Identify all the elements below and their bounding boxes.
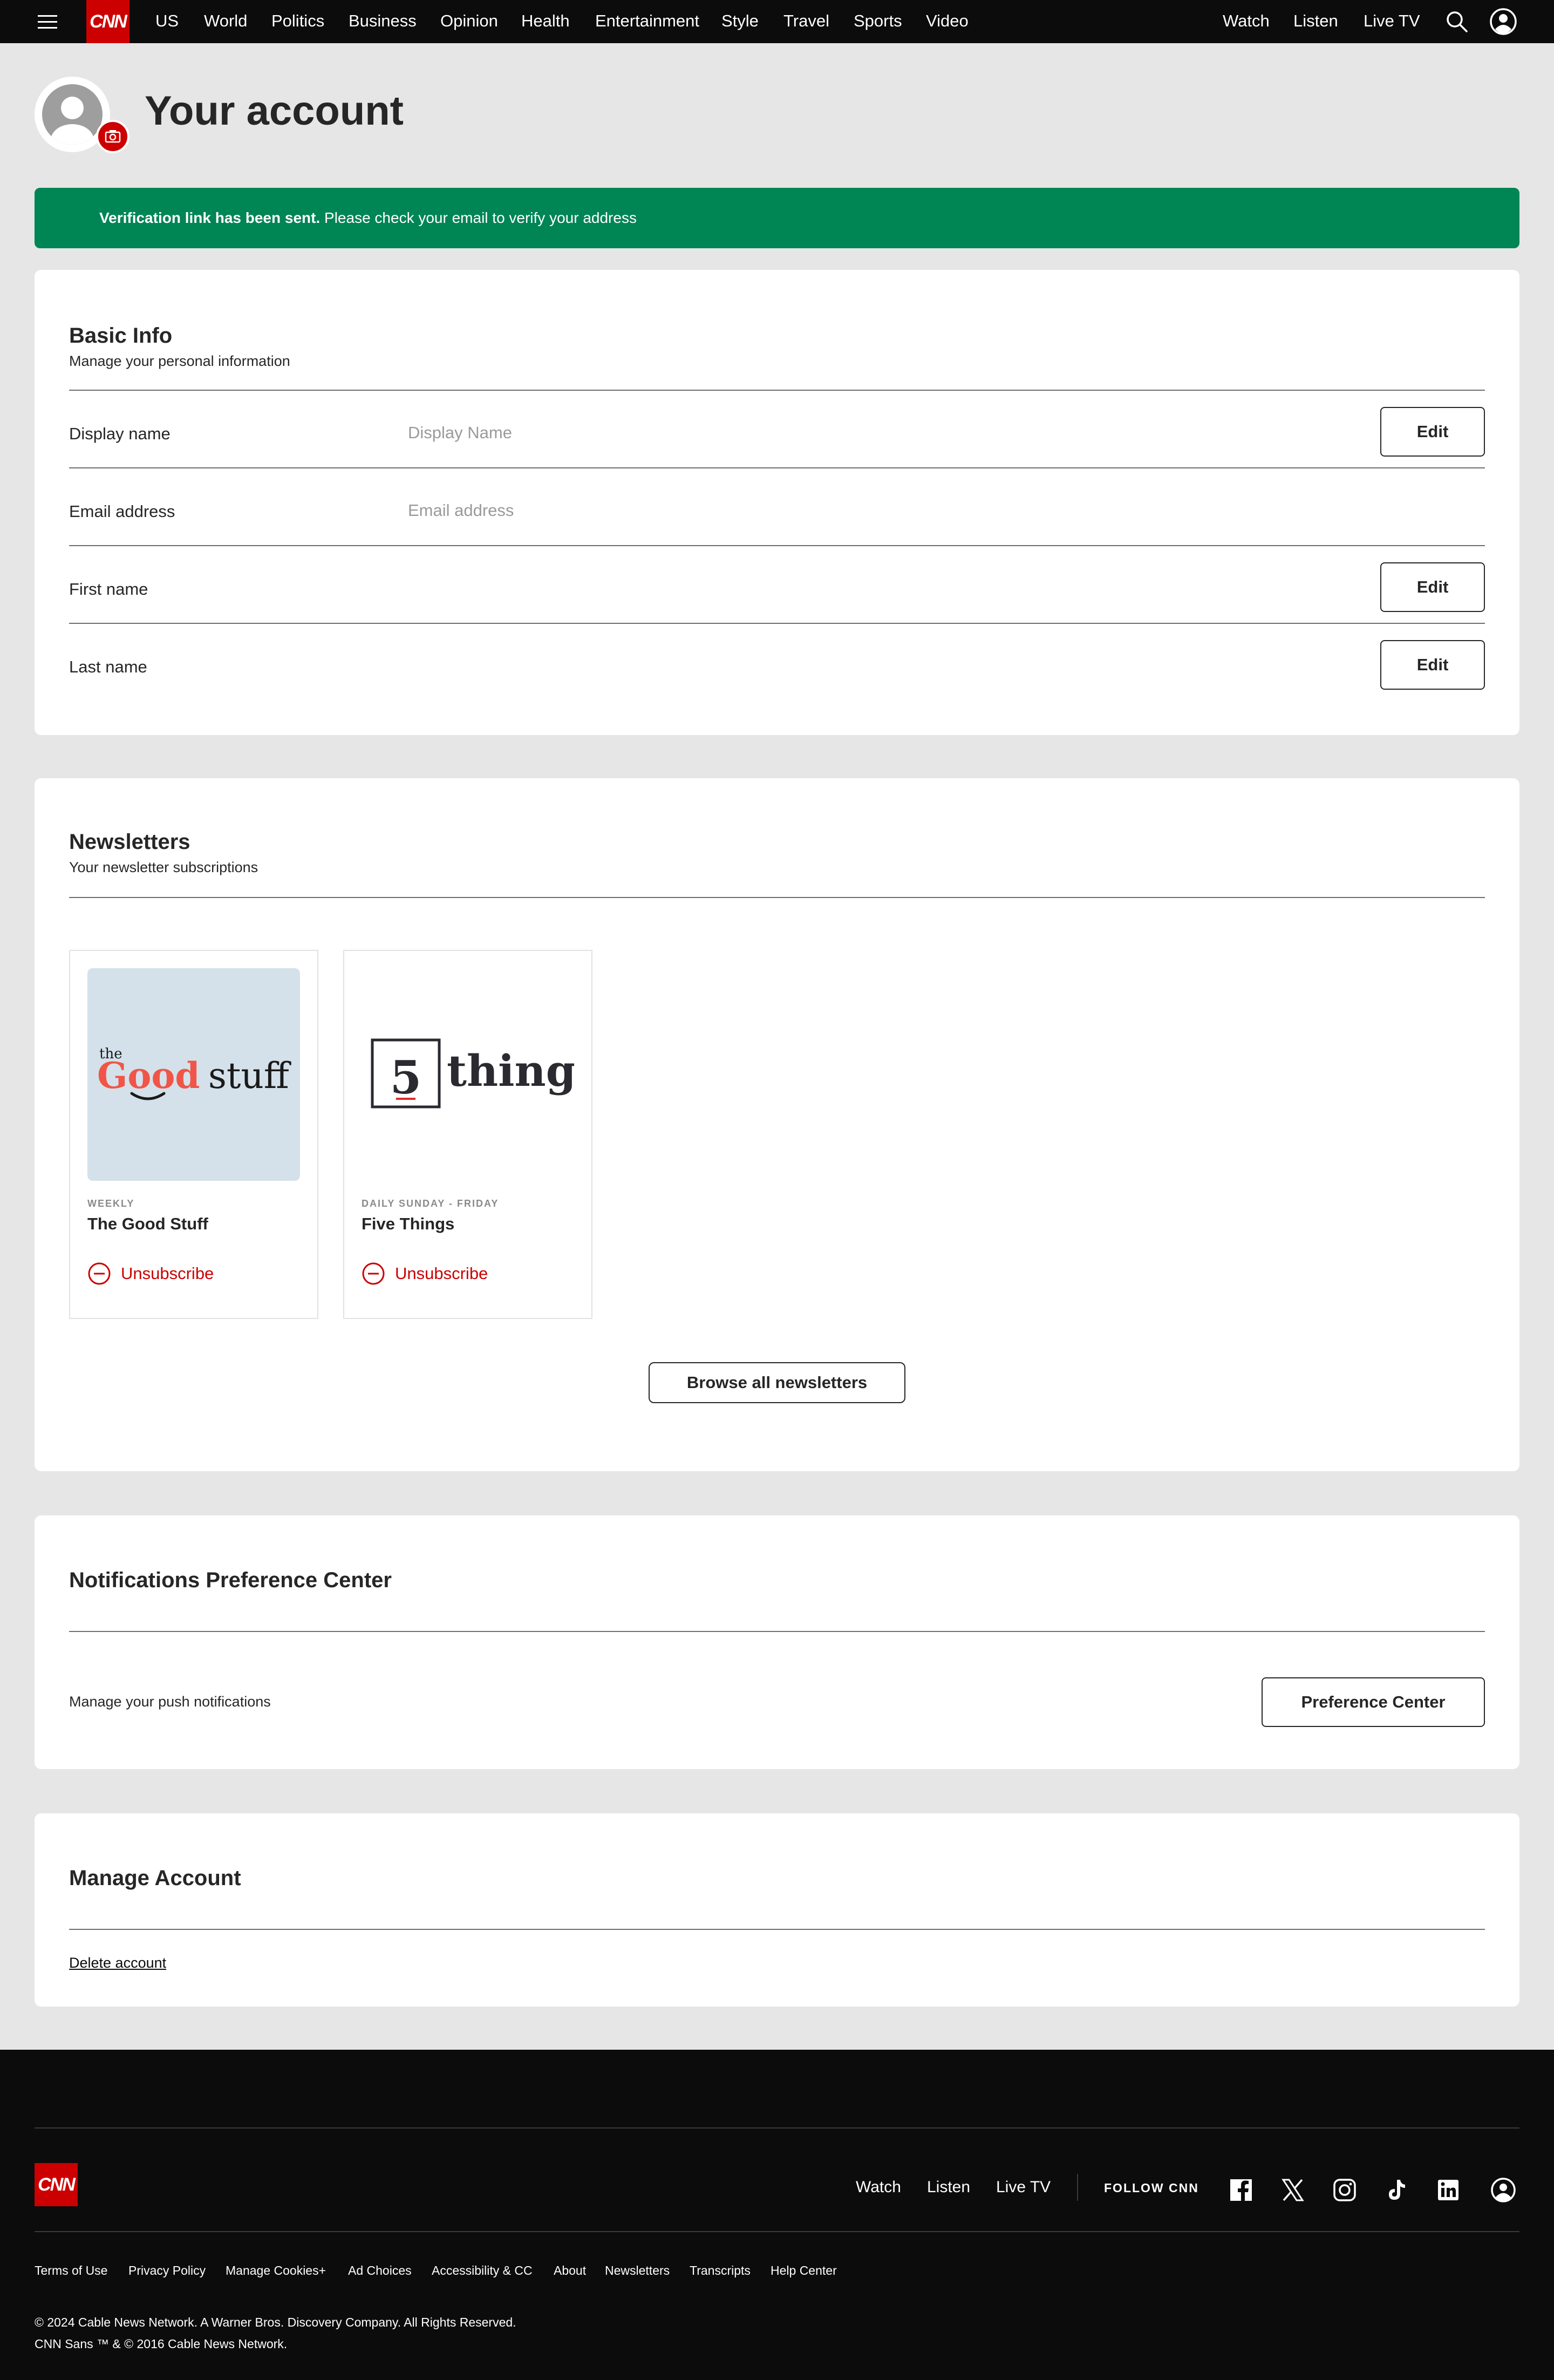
- instagram-icon[interactable]: [1332, 2177, 1358, 2203]
- footer-link-listen[interactable]: Listen: [927, 2178, 970, 2197]
- nav-link-us[interactable]: US: [155, 0, 179, 42]
- basic-info-title: Basic Info: [69, 324, 173, 348]
- x-icon[interactable]: [1280, 2177, 1306, 2203]
- divider: [69, 467, 1485, 468]
- follow-cnn-label: FOLLOW CNN: [1104, 2181, 1199, 2195]
- divider: [69, 390, 1485, 391]
- notifications-card: Notifications Preference Center Manage y…: [35, 1515, 1519, 1769]
- copyright-text: © 2024 Cable News Network. A Warner Bros…: [35, 2315, 516, 2329]
- last-name-label: Last name: [69, 657, 147, 676]
- unsubscribe-label: Unsubscribe: [121, 1264, 214, 1283]
- preference-center-button[interactable]: Preference Center: [1262, 1677, 1485, 1727]
- newsletter-card-five-things: 5 things DAILY SUNDAY - FRIDAY Five Thin…: [343, 950, 601, 1319]
- camera-icon: [105, 130, 121, 143]
- first-name-label: First name: [69, 580, 148, 599]
- footer-link-live-tv[interactable]: Live TV: [996, 2178, 1051, 2197]
- footer-legal-terms[interactable]: Terms of Use: [35, 2263, 107, 2278]
- footer-divider: [35, 2231, 1519, 2232]
- nav-link-style[interactable]: Style: [721, 0, 759, 42]
- footer-legal-privacy[interactable]: Privacy Policy: [128, 2263, 206, 2278]
- divider: [69, 1631, 1485, 1632]
- edit-last-name-button[interactable]: Edit: [1380, 640, 1485, 690]
- nav-link-watch[interactable]: Watch: [1223, 0, 1270, 42]
- nav-link-business[interactable]: Business: [349, 0, 417, 42]
- footer-cnn-logo[interactable]: CNN: [35, 2163, 78, 2206]
- newsletter-name: The Good Stuff: [87, 1214, 208, 1233]
- hamburger-menu-icon[interactable]: [38, 12, 57, 31]
- edit-display-name-button[interactable]: Edit: [1380, 407, 1485, 457]
- tiktok-icon[interactable]: [1383, 2177, 1409, 2203]
- nav-link-sports[interactable]: Sports: [854, 0, 902, 42]
- change-photo-button[interactable]: [96, 120, 130, 153]
- basic-info-subtitle: Manage your personal information: [69, 353, 290, 369]
- nav-link-politics[interactable]: Politics: [271, 0, 324, 42]
- unsubscribe-good-stuff-button[interactable]: Unsubscribe: [87, 1261, 214, 1287]
- minus-circle-icon: [88, 1262, 111, 1285]
- email-address-label: Email address: [69, 502, 175, 521]
- divider: [69, 1929, 1485, 1930]
- cnn-logo[interactable]: CNN: [86, 0, 130, 43]
- good-stuff-logo: the Good stuff: [87, 968, 300, 1181]
- basic-info-card: Basic Info Manage your personal informat…: [35, 270, 1519, 735]
- nav-link-health[interactable]: Health: [521, 0, 570, 42]
- notifications-text: Manage your push notifications: [69, 1694, 271, 1710]
- svg-text:things: things: [447, 1045, 574, 1096]
- email-address-value: Email address: [408, 501, 514, 520]
- unsubscribe-five-things-button[interactable]: Unsubscribe: [362, 1261, 488, 1287]
- display-name-label: Display name: [69, 424, 171, 443]
- nav-link-live-tv[interactable]: Live TV: [1364, 0, 1420, 42]
- footer-legal-cookies[interactable]: Manage Cookies+: [226, 2263, 326, 2278]
- nav-link-video[interactable]: Video: [926, 0, 969, 42]
- footer-legal-newsletters[interactable]: Newsletters: [605, 2263, 670, 2278]
- nav-link-entertainment[interactable]: Entertainment: [595, 0, 699, 42]
- banner-bold-text: Verification link has been sent.: [99, 209, 321, 226]
- nav-link-opinion[interactable]: Opinion: [440, 0, 498, 42]
- user-account-icon[interactable]: [1489, 8, 1517, 36]
- footer-legal-accessibility[interactable]: Accessibility & CC: [432, 2263, 533, 2278]
- top-nav-bar: CNN US World Politics Business Opinion H…: [0, 0, 1554, 43]
- newsletters-title: Newsletters: [69, 830, 190, 854]
- divider: [69, 623, 1485, 624]
- footer: CNN Watch Listen Live TV FOLLOW CNN Term…: [0, 2050, 1554, 2380]
- linkedin-icon[interactable]: [1435, 2177, 1461, 2203]
- trademark-text: CNN Sans ™ & © 2016 Cable News Network.: [35, 2337, 288, 2351]
- newsletter-card-good-stuff: the Good stuff WEEKLY The Good Stuff Uns…: [69, 950, 318, 1319]
- footer-legal-help-center[interactable]: Help Center: [771, 2263, 837, 2278]
- manage-account-card: Manage Account Delete account: [35, 1813, 1519, 2007]
- footer-legal-transcripts[interactable]: Transcripts: [690, 2263, 751, 2278]
- nav-link-travel[interactable]: Travel: [783, 0, 829, 42]
- nav-link-listen[interactable]: Listen: [1293, 0, 1338, 42]
- footer-legal-about[interactable]: About: [554, 2263, 586, 2278]
- footer-legal-ad-choices[interactable]: Ad Choices: [348, 2263, 412, 2278]
- svg-text:5: 5: [390, 1051, 421, 1104]
- footer-user-account-icon[interactable]: [1490, 2177, 1516, 2203]
- newsletters-subtitle: Your newsletter subscriptions: [69, 859, 258, 875]
- newsletter-frequency: WEEKLY: [87, 1198, 135, 1209]
- footer-separator: [1077, 2174, 1078, 2201]
- notifications-title: Notifications Preference Center: [69, 1568, 392, 1592]
- delete-account-link[interactable]: Delete account: [69, 1955, 166, 1971]
- five-things-logo: 5 things: [362, 968, 601, 1181]
- divider: [69, 897, 1485, 898]
- edit-first-name-button[interactable]: Edit: [1380, 562, 1485, 612]
- unsubscribe-label: Unsubscribe: [395, 1264, 488, 1283]
- search-icon[interactable]: [1443, 8, 1471, 36]
- display-name-value: Display Name: [408, 423, 512, 442]
- divider: [69, 545, 1485, 546]
- page-title: Your account: [145, 88, 404, 134]
- newsletter-frequency: DAILY SUNDAY - FRIDAY: [362, 1198, 499, 1209]
- svg-text:stuff: stuff: [208, 1055, 291, 1097]
- nav-link-world[interactable]: World: [204, 0, 247, 42]
- browse-all-newsletters-button[interactable]: Browse all newsletters: [649, 1362, 905, 1403]
- footer-link-watch[interactable]: Watch: [856, 2178, 901, 2197]
- verification-banner: Verification link has been sent. Please …: [35, 188, 1519, 248]
- newsletter-name: Five Things: [362, 1214, 455, 1233]
- svg-text:Good: Good: [97, 1055, 200, 1097]
- footer-divider: [35, 2127, 1519, 2129]
- facebook-icon[interactable]: [1228, 2177, 1254, 2203]
- banner-text: Please check your email to verify your a…: [320, 209, 637, 226]
- minus-circle-icon: [362, 1262, 385, 1285]
- manage-account-title: Manage Account: [69, 1866, 241, 1890]
- default-avatar-icon: [51, 97, 94, 145]
